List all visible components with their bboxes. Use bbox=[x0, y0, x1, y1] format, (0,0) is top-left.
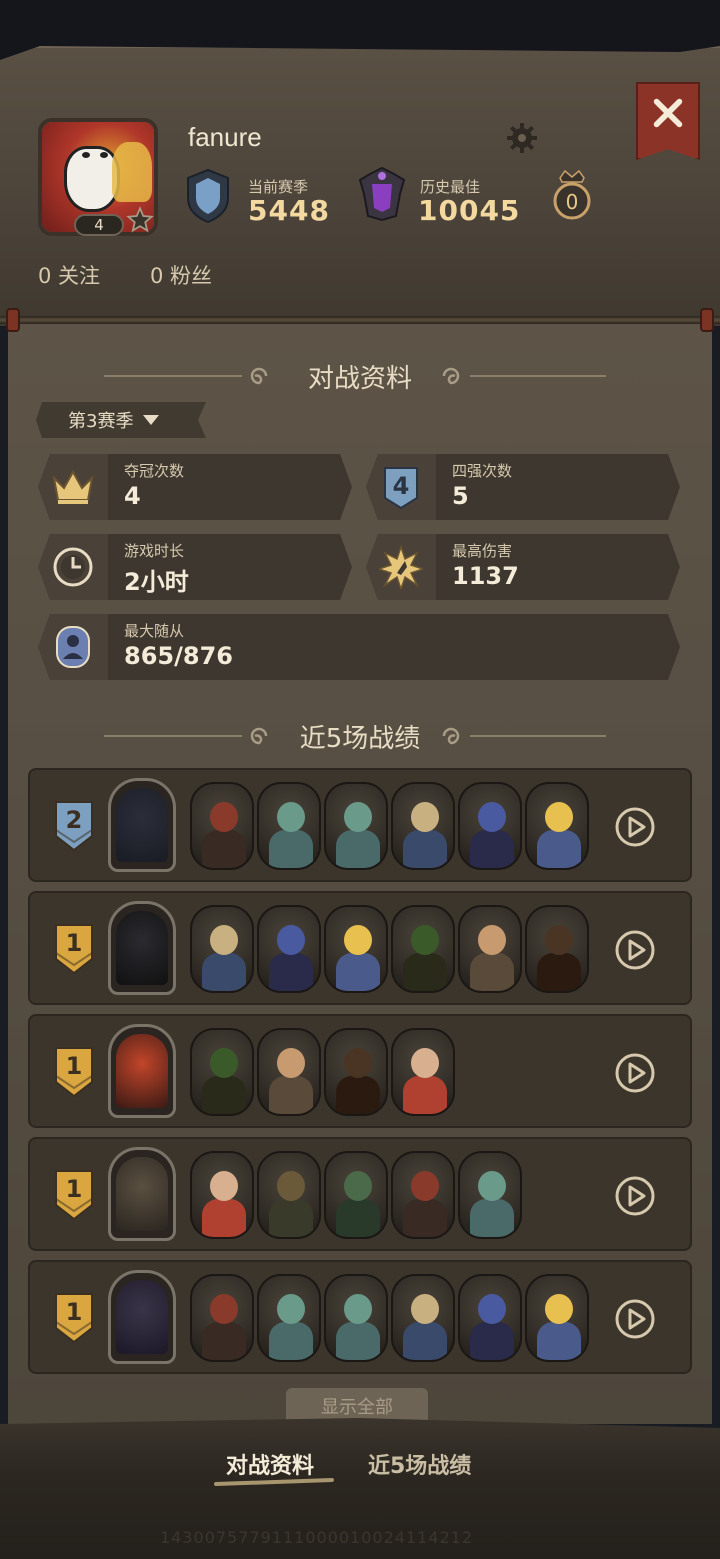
match-row[interactable]: 1 bbox=[28, 1260, 692, 1374]
replay-icon[interactable] bbox=[614, 929, 656, 971]
match-row[interactable]: 1 bbox=[28, 1014, 692, 1128]
level-badge: 4 bbox=[74, 214, 124, 236]
season-select[interactable]: 第3赛季 bbox=[36, 402, 206, 438]
replay-icon[interactable] bbox=[614, 806, 656, 848]
hero-portrait[interactable] bbox=[108, 901, 176, 995]
rope-knob-left bbox=[6, 308, 20, 332]
hero-portrait[interactable] bbox=[108, 1024, 176, 1118]
placement-number: 1 bbox=[65, 1175, 83, 1203]
minion-card[interactable] bbox=[257, 782, 321, 870]
svg-text:4: 4 bbox=[393, 472, 410, 500]
minion-card[interactable] bbox=[391, 905, 455, 993]
replay-icon[interactable] bbox=[614, 1052, 656, 1094]
minion-card[interactable] bbox=[190, 782, 254, 870]
minion-card[interactable] bbox=[257, 1151, 321, 1239]
stat-card-max-damage: 最高伤害 1137 bbox=[366, 534, 680, 600]
minion-card[interactable] bbox=[458, 905, 522, 993]
swirl-ornament-icon bbox=[442, 727, 460, 745]
stat-value: 1137 bbox=[452, 562, 519, 590]
minion-card[interactable] bbox=[324, 782, 388, 870]
following-count[interactable]: 0 关注 bbox=[38, 260, 100, 290]
gear-icon[interactable] bbox=[506, 122, 538, 154]
stat-value: 5 bbox=[452, 482, 469, 510]
stat-value: 865/876 bbox=[124, 642, 233, 670]
current-season-score: 5448 bbox=[248, 194, 330, 227]
chevron-down-icon bbox=[143, 415, 159, 425]
tab-recent-matches[interactable]: 近5场战绩 bbox=[368, 1448, 471, 1480]
hero-portrait[interactable] bbox=[108, 778, 176, 872]
stat-label: 四强次数 bbox=[452, 462, 513, 480]
minion-card[interactable] bbox=[257, 1274, 321, 1362]
title-line-right bbox=[470, 375, 606, 377]
best-rank-emblem-icon bbox=[358, 166, 406, 222]
minion-card[interactable] bbox=[458, 1151, 522, 1239]
replay-icon[interactable] bbox=[614, 1175, 656, 1217]
hero-portrait[interactable] bbox=[108, 1270, 176, 1364]
tab-battle-stats[interactable]: 对战资料 bbox=[226, 1448, 314, 1480]
season-rank-emblem-icon bbox=[187, 168, 229, 224]
close-button[interactable] bbox=[636, 82, 700, 160]
minion-card[interactable] bbox=[525, 782, 589, 870]
stat-card-championships: 夺冠次数 4 bbox=[38, 454, 352, 520]
title-line-right bbox=[470, 735, 606, 737]
divider-rope bbox=[0, 316, 720, 324]
stat-label: 最高伤害 bbox=[452, 542, 513, 560]
swirl-ornament-icon bbox=[442, 367, 460, 385]
stat-card-playtime: 游戏时长 2小时 bbox=[38, 534, 352, 600]
minion-card[interactable] bbox=[458, 1274, 522, 1362]
stat-label: 最大随从 bbox=[124, 622, 185, 640]
footer-id-text: 1430075779111000010024114212 bbox=[160, 1528, 474, 1547]
stat-value: 4 bbox=[124, 482, 141, 510]
rope-knob-right bbox=[700, 308, 714, 332]
match-row[interactable]: 1 bbox=[28, 1137, 692, 1251]
minion-card[interactable] bbox=[391, 1028, 455, 1116]
stat-label: 游戏时长 bbox=[124, 542, 185, 560]
season-select-value: 第3赛季 bbox=[68, 411, 134, 432]
username: fanure bbox=[188, 122, 262, 152]
hero-portrait[interactable] bbox=[108, 1147, 176, 1241]
minion-card[interactable] bbox=[324, 1151, 388, 1239]
stat-label: 夺冠次数 bbox=[124, 462, 185, 480]
best-score: 10045 bbox=[418, 194, 521, 227]
match-row[interactable]: 1 bbox=[28, 891, 692, 1005]
crown-coin[interactable]: 0 bbox=[552, 168, 592, 220]
top4-badge-icon: 4 bbox=[381, 464, 421, 510]
recent-matches-title: 近5场战绩 bbox=[299, 724, 421, 754]
minion-card[interactable] bbox=[324, 1028, 388, 1116]
minion-card[interactable] bbox=[190, 1151, 254, 1239]
placement-number: 1 bbox=[65, 1298, 83, 1326]
burst-icon bbox=[379, 545, 423, 589]
battle-stats-title: 对战资料 bbox=[307, 364, 412, 394]
minion-card[interactable] bbox=[525, 905, 589, 993]
placement-number: 1 bbox=[65, 1052, 83, 1080]
match-row[interactable]: 2 bbox=[28, 768, 692, 882]
clock-icon bbox=[51, 545, 95, 589]
stat-card-max-minion: 最大随从 865/876 bbox=[38, 614, 680, 680]
replay-icon[interactable] bbox=[614, 1298, 656, 1340]
minion-card[interactable] bbox=[324, 905, 388, 993]
minion-card[interactable] bbox=[257, 1028, 321, 1116]
coin-count: 0 bbox=[565, 190, 579, 214]
minion-card[interactable] bbox=[525, 1274, 589, 1362]
star-icon bbox=[126, 206, 154, 233]
minion-card[interactable] bbox=[324, 1274, 388, 1362]
minion-card[interactable] bbox=[391, 1151, 455, 1239]
minion-icon bbox=[53, 625, 93, 669]
minion-card[interactable] bbox=[391, 782, 455, 870]
crown-icon bbox=[50, 468, 96, 506]
minion-card[interactable] bbox=[190, 1028, 254, 1116]
minion-card[interactable] bbox=[391, 1274, 455, 1362]
minion-card[interactable] bbox=[190, 1274, 254, 1362]
minion-card[interactable] bbox=[190, 905, 254, 993]
minion-card[interactable] bbox=[257, 905, 321, 993]
stat-card-top4: 4 四强次数 5 bbox=[366, 454, 680, 520]
close-icon bbox=[653, 98, 683, 128]
placement-number: 2 bbox=[65, 806, 83, 834]
minion-card[interactable] bbox=[458, 782, 522, 870]
follower-count[interactable]: 0 粉丝 bbox=[150, 260, 212, 290]
placement-number: 1 bbox=[65, 929, 83, 957]
stat-value: 2小时 bbox=[124, 568, 189, 596]
